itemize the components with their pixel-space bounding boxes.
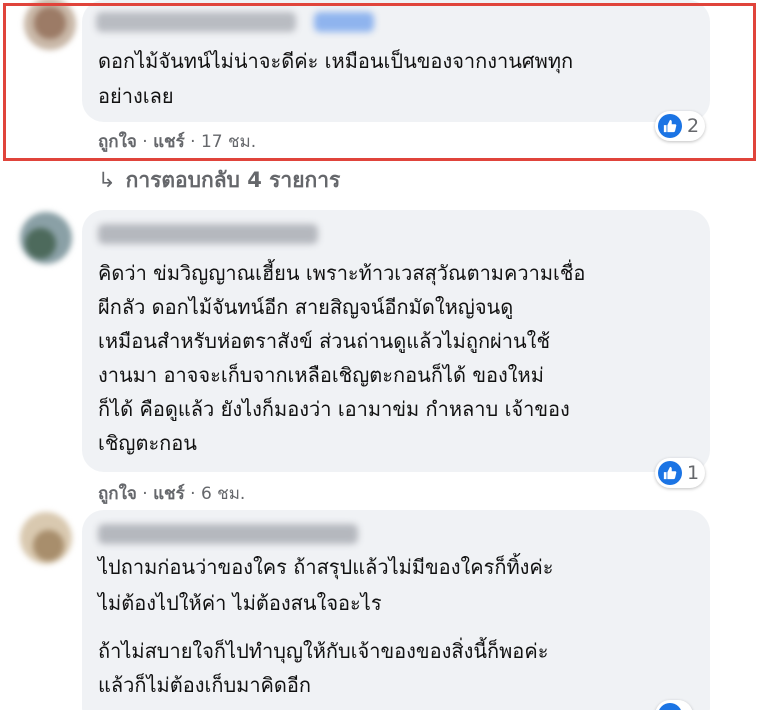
comment-author[interactable]	[98, 224, 318, 244]
comment-text-line: คิดว่า ข่มวิญญาณเฮี้ยน เพราะท้าวเวสสุวัณ…	[98, 261, 586, 285]
thumbs-up-icon	[658, 703, 682, 710]
highlight-box	[3, 3, 756, 161]
like-link[interactable]: ถูกใจ	[98, 484, 137, 504]
thumbs-up-icon	[658, 461, 682, 485]
reaction-count-value: 1	[687, 462, 700, 484]
reply-arrow-icon: ↳	[98, 168, 116, 192]
view-replies-label: การตอบกลับ 4 รายการ	[125, 168, 341, 192]
comment-text-line: งานมา อาจจะเก็บจากเหลือเชิญตะกอนก็ได้ ขอ…	[98, 363, 544, 387]
reaction-count[interactable]: 1	[655, 458, 706, 488]
separator: ·	[190, 484, 201, 504]
comment-text-line: ไปถามก่อนว่าของใคร ถ้าสรุปแล้วไม่มีของใค…	[98, 555, 554, 579]
comment-text-line: เหมือนสำหรับห่อตราสังข์ ส่วนถ่านดูแล้วไม…	[98, 329, 551, 353]
separator: ·	[142, 484, 154, 504]
share-link[interactable]: แชร์	[153, 484, 185, 504]
view-replies-link[interactable]: ↳ การตอบกลับ 4 รายการ	[98, 164, 340, 197]
comment-text-line: ผีกลัว ดอกไม้จันทน์อีก สายสิญจน์อีกมัดให…	[98, 295, 514, 319]
comment-text-line: ก็ได้ คือดูแล้ว ยังไงก็มองว่า เอามาข่ม ก…	[98, 397, 570, 421]
comment-text-line: แล้วก็ไม่ต้องเก็บมาคิดอีก	[98, 673, 312, 697]
comment-time[interactable]: 6 ชม.	[201, 484, 245, 504]
avatar[interactable]	[20, 512, 72, 564]
comment-author[interactable]	[98, 524, 358, 544]
avatar[interactable]	[20, 212, 72, 264]
comment-text-line: ไม่ต้องไปให้ค่า ไม่ต้องสนใจอะไร	[98, 591, 382, 615]
comment-text-line: ถ้าไม่สบายใจก็ไปทำบุญให้กับเจ้าของของสิ่…	[98, 639, 549, 663]
comment-bubble: คิดว่า ข่มวิญญาณเฮี้ยน เพราะท้าวเวสสุวัณ…	[82, 210, 710, 472]
comment-text-line: เชิญตะกอน	[98, 431, 197, 455]
comment-actions: ถูกใจ · แชร์ · 6 ชม.	[98, 480, 245, 507]
comment-bubble: ไปถามก่อนว่าของใคร ถ้าสรุปแล้วไม่มีของใค…	[82, 510, 710, 710]
